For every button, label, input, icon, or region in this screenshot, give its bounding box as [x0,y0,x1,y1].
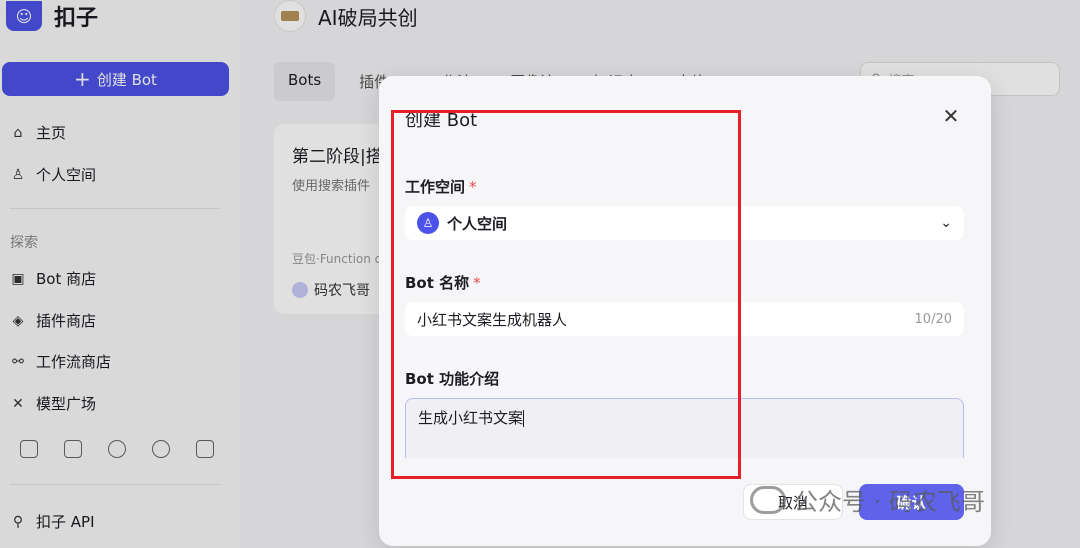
wechat-icon [750,485,786,514]
char-counter: 10/20 [914,311,952,327]
close-icon[interactable]: ✕ [939,104,963,128]
chevron-down-icon: ⌄ [940,215,952,231]
watermark: 公众号 · 码农飞哥 [750,482,985,517]
watermark-text: 公众号 · 码农飞哥 [794,488,985,516]
annotation-highlight-box [391,110,741,479]
